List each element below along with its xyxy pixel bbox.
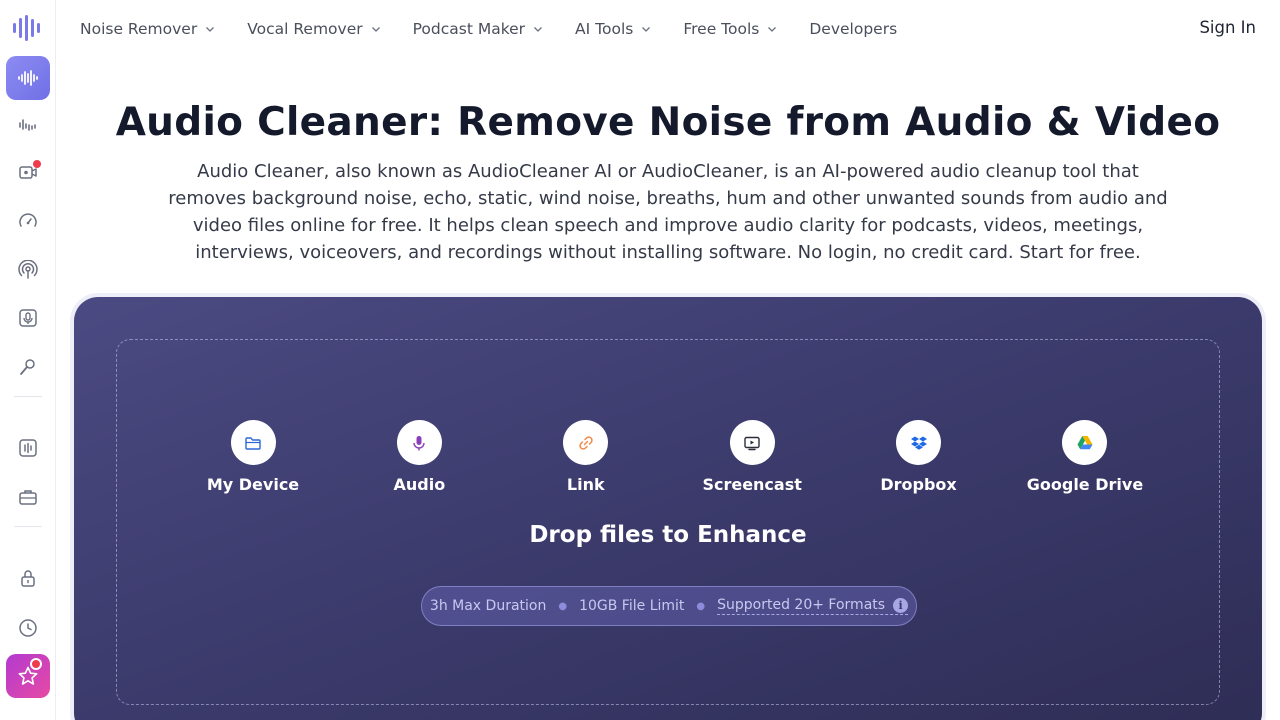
nav-label: Vocal Remover xyxy=(247,20,363,38)
clock-icon xyxy=(19,619,37,637)
source-screencast[interactable]: Screencast xyxy=(696,420,808,494)
source-label: Screencast xyxy=(702,475,802,494)
sidebar-item-audio-bars[interactable] xyxy=(6,103,50,147)
source-label: Audio xyxy=(393,475,446,494)
file-dropzone[interactable]: My Device Audio Link Screencast Dropbox … xyxy=(116,339,1220,705)
link-icon xyxy=(579,435,593,450)
nav-developers[interactable]: Developers xyxy=(809,20,897,38)
file-limit-text: 10GB File Limit xyxy=(579,598,685,614)
sidebar-divider xyxy=(14,526,42,527)
upload-sources: My Device Audio Link Screencast Dropbox … xyxy=(197,420,1144,494)
source-my-device[interactable]: My Device xyxy=(197,420,309,494)
source-dropbox[interactable]: Dropbox xyxy=(863,420,975,494)
upload-card: My Device Audio Link Screencast Dropbox … xyxy=(74,297,1262,720)
source-icon-circle xyxy=(396,420,442,465)
source-audio[interactable]: Audio xyxy=(363,420,475,494)
top-nav: Noise Remover Vocal Remover Podcast Make… xyxy=(80,0,929,58)
chevron-down-icon xyxy=(371,27,380,32)
sign-in-button[interactable]: Sign In xyxy=(1199,18,1256,37)
nav-label: AI Tools xyxy=(575,20,634,38)
google-drive-icon xyxy=(1077,435,1093,449)
source-icon-circle xyxy=(729,420,775,465)
nav-noise-remover[interactable]: Noise Remover xyxy=(80,20,215,38)
separator-dot: ● xyxy=(558,600,568,612)
audio-bars-icon xyxy=(19,119,36,131)
sidebar-item-business[interactable] xyxy=(6,475,50,519)
upload-limits: 3h Max Duration ● 10GB File Limit ● Supp… xyxy=(421,586,917,626)
chevron-down-icon xyxy=(768,27,777,32)
source-icon-circle xyxy=(563,420,609,465)
sidebar-item-equalizer[interactable] xyxy=(6,426,50,470)
logo-icon[interactable] xyxy=(12,14,44,42)
sidebar-item-voice[interactable] xyxy=(6,345,50,389)
voice-user-icon xyxy=(20,359,35,375)
source-link[interactable]: Link xyxy=(530,420,642,494)
nav-label: Podcast Maker xyxy=(412,20,526,38)
sidebar-item-upgrade[interactable] xyxy=(6,654,50,698)
info-icon[interactable]: i xyxy=(893,597,909,613)
nav-label: Free Tools xyxy=(683,20,760,38)
briefcase-icon xyxy=(19,490,37,505)
page-title: Audio Cleaner: Remove Noise from Audio &… xyxy=(115,100,1221,145)
source-label: Link xyxy=(566,475,605,494)
source-google-drive[interactable]: Google Drive xyxy=(1026,420,1144,494)
sidebar-item-recorder[interactable] xyxy=(6,296,50,340)
podcast-icon xyxy=(18,260,38,279)
microphone-icon xyxy=(19,309,37,327)
sidebar xyxy=(0,0,56,720)
source-icon-circle xyxy=(896,420,942,465)
max-duration-text: 3h Max Duration xyxy=(429,598,547,614)
nav-podcast-maker[interactable]: Podcast Maker xyxy=(413,20,543,38)
drop-files-title: Drop files to Enhance xyxy=(529,522,807,548)
notification-badge xyxy=(33,160,41,168)
source-label: My Device xyxy=(206,475,300,494)
chevron-down-icon xyxy=(534,27,543,32)
nav-label: Developers xyxy=(809,20,898,38)
folder-icon xyxy=(245,436,261,450)
source-icon-circle xyxy=(1062,420,1108,465)
lock-icon xyxy=(21,570,35,587)
sidebar-item-speed[interactable] xyxy=(6,200,50,244)
source-label: Dropbox xyxy=(880,475,957,494)
supported-formats-text: Supported 20+ Formats xyxy=(717,597,886,613)
chevron-down-icon xyxy=(642,27,651,32)
speed-gauge-icon xyxy=(19,213,37,227)
source-icon-circle xyxy=(230,420,276,465)
equalizer-icon xyxy=(19,439,37,457)
sidebar-item-privacy[interactable] xyxy=(6,556,50,600)
sidebar-divider xyxy=(14,396,42,397)
nav-ai-tools[interactable]: AI Tools xyxy=(575,20,651,38)
dropbox-icon xyxy=(910,436,927,450)
waveform-icon xyxy=(18,70,38,86)
supported-formats-link[interactable]: Supported 20+ Formats i xyxy=(717,597,909,615)
sidebar-item-video[interactable] xyxy=(6,150,50,194)
sidebar-item-audio-cleaner[interactable] xyxy=(6,56,50,100)
screencast-icon xyxy=(744,436,760,450)
notification-badge xyxy=(30,658,42,670)
nav-label: Noise Remover xyxy=(80,20,198,38)
page-description: Audio Cleaner, also known as AudioCleane… xyxy=(168,161,1168,263)
nav-free-tools[interactable]: Free Tools xyxy=(683,20,777,38)
source-label: Google Drive xyxy=(1026,475,1144,494)
sidebar-item-podcast[interactable] xyxy=(6,248,50,292)
nav-vocal-remover[interactable]: Vocal Remover xyxy=(247,20,380,38)
separator-dot: ● xyxy=(696,600,706,612)
microphone-icon xyxy=(413,435,426,450)
sidebar-item-history[interactable] xyxy=(6,606,50,650)
chevron-down-icon xyxy=(206,27,215,32)
